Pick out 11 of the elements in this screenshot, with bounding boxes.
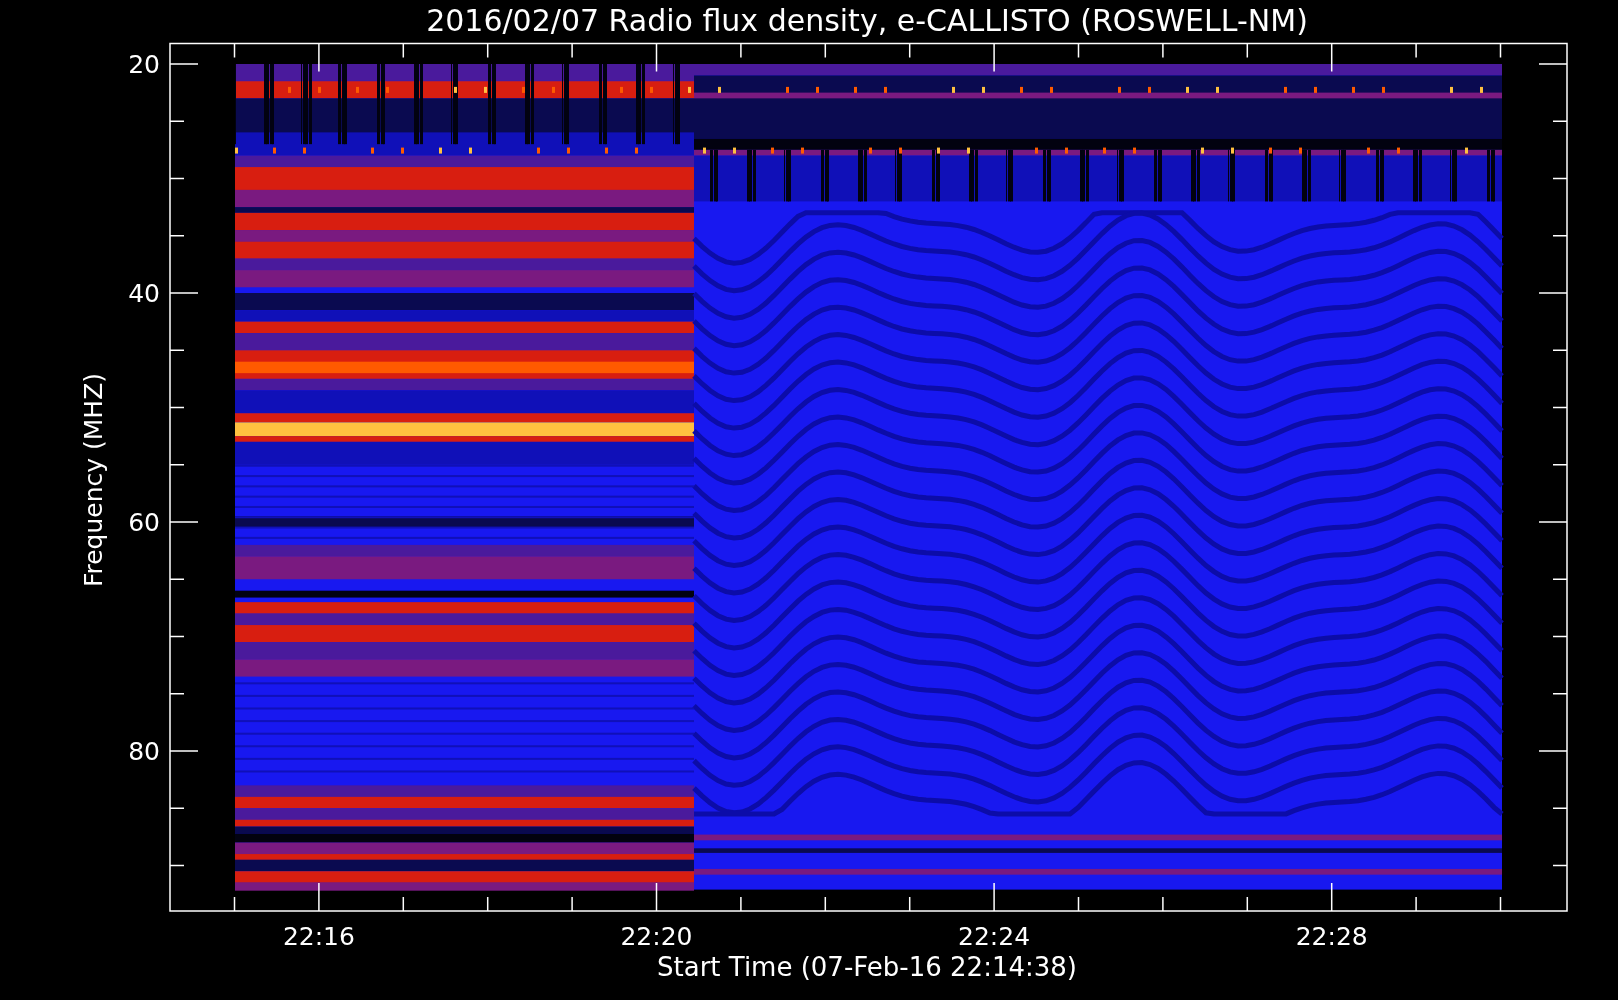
axis-tick-label: 22:28 [1295, 922, 1368, 951]
axis-tick-label: 80 [128, 737, 160, 766]
axis-tick-label: 40 [128, 279, 160, 308]
axis-tick-label: 22:16 [282, 922, 355, 951]
axis-tick-label: 20 [128, 50, 160, 79]
axis-title: Frequency (MHZ) [79, 372, 108, 588]
axis-tick-label: 22:20 [620, 922, 693, 951]
axis-title: Start Time (07-Feb-16 22:14:38) [657, 952, 1077, 982]
chart-title: 2016/02/07 Radio flux density, e-CALLISTO (ROSWELL-NM) [426, 3, 1308, 38]
axis-tick-label: 60 [128, 508, 160, 537]
axis-tick-label: 22:24 [958, 922, 1031, 951]
